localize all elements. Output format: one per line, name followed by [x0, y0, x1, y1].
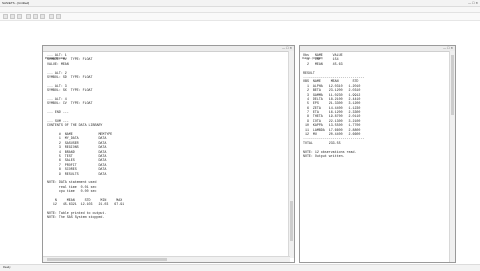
program-window: Program Window — ☐ ✕ --- ALT: 1 SYMBOL: M…	[42, 45, 295, 263]
output-line: 2 BETA 23.1200 2.0310	[303, 88, 361, 93]
output-listing[interactable]: Obs NAME VALUE 1 CNT 154 2 MEAN 45.63 RES…	[303, 53, 364, 158]
run-icon[interactable]	[49, 14, 54, 19]
copy-icon[interactable]	[33, 14, 38, 19]
program-scroll-thumb[interactable]	[290, 201, 293, 241]
program-line: 12 45.6321 12.103 21.03 67.91	[47, 202, 125, 207]
program-vertical-scrollbar[interactable]	[288, 51, 294, 258]
output-line: NOTE: Output written.	[303, 153, 345, 158]
paste-icon[interactable]	[40, 14, 45, 19]
app-title: SAS/ETS - [Untitled]	[2, 1, 30, 5]
window-controls[interactable]: — ☐ ✕	[468, 1, 478, 5]
output-vertical-scrollbar[interactable]	[449, 51, 455, 262]
save-icon[interactable]	[17, 14, 22, 19]
new-file-icon[interactable]	[3, 14, 8, 19]
title-bar: SAS/ETS - [Untitled] — ☐ ✕	[0, 0, 480, 7]
output-scroll-thumb[interactable]	[451, 55, 454, 115]
status-text: Ready	[3, 266, 11, 269]
cut-icon[interactable]	[26, 14, 31, 19]
program-hscroll-thumb[interactable]	[47, 258, 167, 261]
program-line: NOTE: The SAS System stopped.	[47, 215, 105, 220]
program-horizontal-scrollbar[interactable]	[43, 256, 290, 262]
toolbar	[0, 13, 480, 21]
output-window: Output - (Untitled) — ☐ ✕ Obs NAME VALUE…	[299, 45, 456, 263]
program-log[interactable]: --- ALT: 1 SYMBOL: MV TYPE: FLOAT VALUE: M…	[47, 53, 124, 220]
program-window-titlebar: Program Window — ☐ ✕	[43, 46, 294, 60]
stop-icon[interactable]	[56, 14, 61, 19]
output-line: 10 KAPPA 13.5500 1.7700	[303, 123, 361, 128]
open-file-icon[interactable]	[10, 14, 15, 19]
workspace-margin	[0, 21, 41, 270]
output-window-titlebar: Output - (Untitled) — ☐ ✕	[300, 46, 455, 60]
